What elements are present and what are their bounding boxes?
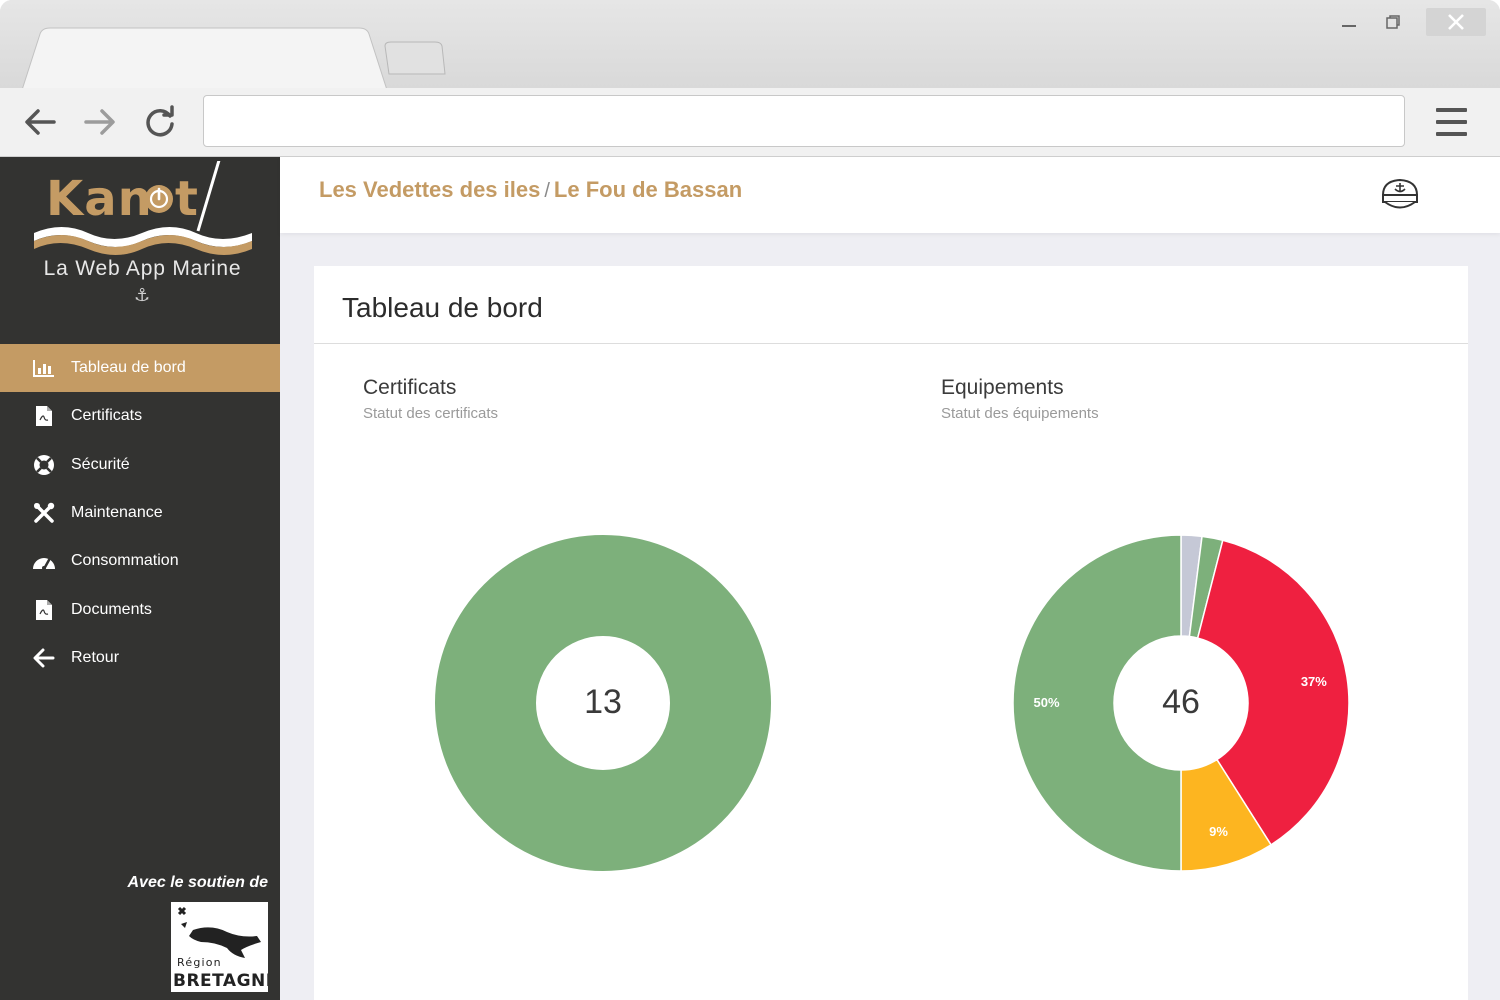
sidebar-item-retour[interactable]: Retour	[0, 634, 280, 682]
sidebar-item-documents[interactable]: Documents	[0, 585, 280, 633]
chart-subtitle-certificats: Statut des certificats	[363, 405, 499, 422]
donut-slice-label: 50%	[1033, 695, 1059, 710]
chart-title-certificats: Certificats	[363, 376, 457, 399]
breadcrumb: Les Vedettes des iles / Le Fou de Bassan	[319, 177, 742, 203]
svg-text:Région: Région	[177, 956, 222, 969]
equipements-total: 46	[1162, 683, 1200, 721]
anchor-icon: ⚓	[134, 285, 151, 306]
arrow-right-icon[interactable]	[80, 102, 120, 142]
sidebar-item-label: Maintenance	[71, 504, 163, 522]
breadcrumb-company[interactable]: Les Vedettes des iles	[319, 177, 540, 202]
svg-text:Kan: Kan	[46, 171, 153, 227]
donut-slice-label: 37%	[1301, 674, 1327, 689]
restore-icon[interactable]	[1380, 8, 1406, 36]
svg-text:BRETAGNE: BRETAGNE	[173, 971, 268, 991]
sidebar-item-label: Consommation	[71, 552, 179, 570]
svg-text:t: t	[175, 171, 198, 227]
address-bar[interactable]	[203, 95, 1405, 147]
sidebar-item-tableau-de-bord[interactable]: Tableau de bord	[0, 344, 280, 393]
arrow-left-icon[interactable]	[20, 102, 60, 142]
sidebar-item-label: Documents	[71, 600, 152, 618]
sidebar-item-consommation[interactable]: Consommation	[0, 537, 280, 585]
browser-tab-active[interactable]	[22, 26, 387, 90]
bar-chart-icon	[32, 356, 56, 380]
sidebar-menu: Tableau de bord Certificats Sécurité Mai…	[0, 344, 280, 682]
sidebar: Kan t La Web App Marine ⚓ Tableau de bor…	[0, 157, 280, 1000]
browser-window	[0, 0, 1500, 157]
captain-hat-icon[interactable]	[1380, 175, 1420, 213]
minimize-icon[interactable]	[1336, 8, 1362, 36]
sidebar-item-certificats[interactable]: Certificats	[0, 392, 280, 440]
donut-slice-label: 9%	[1209, 824, 1228, 839]
sidebar-item-label: Tableau de bord	[71, 359, 186, 377]
page-title: Tableau de bord	[342, 292, 543, 323]
tools-icon	[32, 501, 56, 525]
main-content: Les Vedettes des iles / Le Fou de Bassan T…	[280, 157, 1500, 1000]
lifebuoy-icon	[32, 453, 56, 477]
browser-toolbar	[0, 88, 1500, 157]
sidebar-item-maintenance[interactable]: Maintenance	[0, 489, 280, 537]
card-divider	[314, 343, 1468, 344]
certificats-total: 13	[584, 683, 622, 721]
sidebar-item-label: Certificats	[71, 407, 143, 425]
sidebar-item-label: Sécurité	[71, 455, 130, 473]
close-icon[interactable]	[1426, 8, 1486, 36]
gauge-icon	[32, 549, 56, 573]
dashboard-card: Tableau de bord Certificats Statut des c…	[314, 266, 1468, 1000]
arrow-left-icon	[32, 646, 56, 670]
file-pdf-icon	[32, 598, 56, 622]
sidebar-item-label: Retour	[71, 648, 120, 666]
chart-subtitle-equipements: Statut des équipements	[941, 405, 1099, 422]
topbar: Les Vedettes des iles / Le Fou de Bassan	[280, 157, 1500, 233]
breadcrumb-separator: /	[544, 180, 550, 202]
reload-icon[interactable]	[140, 102, 180, 142]
chart-title-equipements: Equipements	[941, 376, 1064, 399]
region-bretagne-logo: Région BRETAGNE	[171, 902, 268, 992]
hamburger-menu-icon[interactable]	[1432, 106, 1472, 138]
file-pdf-icon	[32, 404, 56, 428]
support-label: Avec le soutien de	[127, 874, 269, 891]
breadcrumb-vessel[interactable]: Le Fou de Bassan	[554, 177, 742, 202]
tab-bar	[0, 0, 1500, 90]
new-tab-button[interactable]	[383, 40, 447, 76]
sidebar-item-securite[interactable]: Sécurité	[0, 441, 280, 489]
brand-tagline: La Web App Marine	[43, 257, 242, 280]
